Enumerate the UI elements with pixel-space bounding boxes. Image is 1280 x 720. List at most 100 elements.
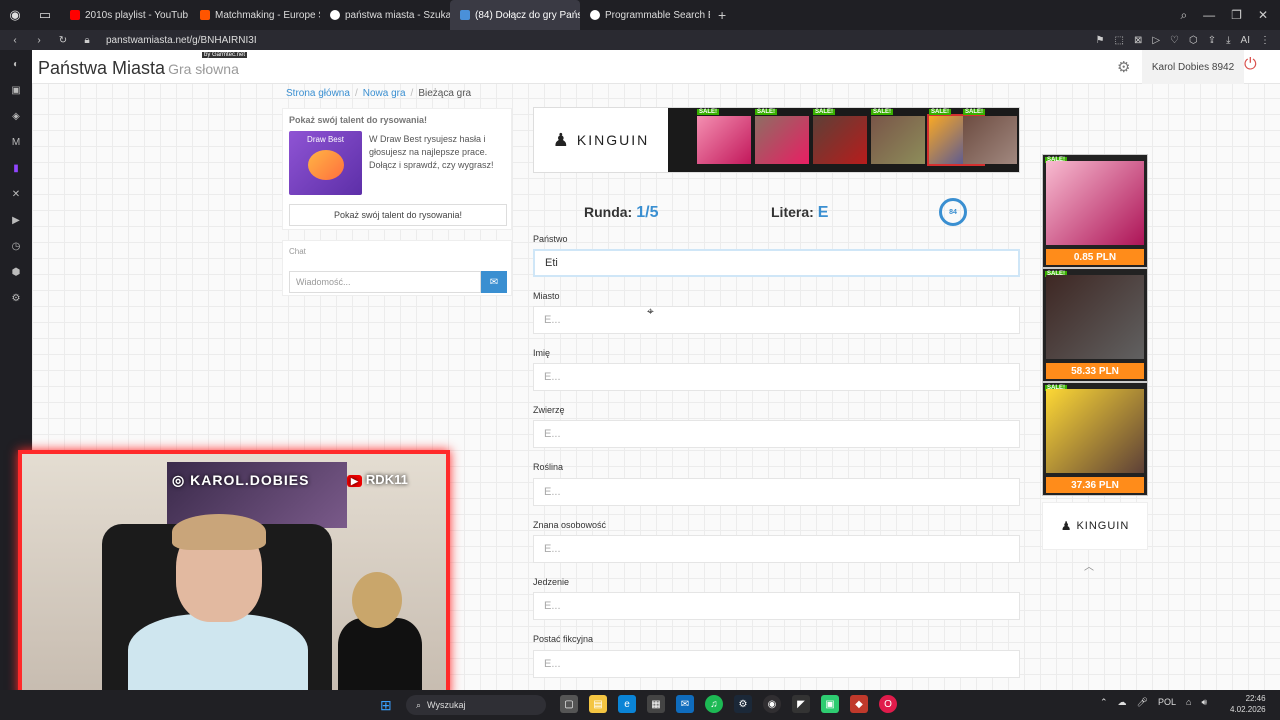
promo-image-caption: Draw Best <box>307 135 344 144</box>
settings-gear-icon[interactable]: ⚙ <box>1117 58 1130 76</box>
search-icon[interactable]: ⌕ <box>1180 8 1187 23</box>
streamer <box>128 514 308 694</box>
promo-text: W Draw Best rysujesz hasła i głosujesz n… <box>369 134 494 170</box>
clock-time: 22:46 <box>1245 694 1266 703</box>
app-icon[interactable]: ◤ <box>792 695 810 713</box>
chat-input[interactable]: Wiadomość... <box>289 271 481 293</box>
kinguin-side-ad[interactable]: SALE! 0.85 PLN SALE! 58.33 PLN SALE! 37.… <box>1042 154 1148 554</box>
obs-icon[interactable]: ◉ <box>763 695 781 713</box>
task-view-icon[interactable]: ▢ <box>560 695 578 713</box>
spotify-icon[interactable]: ♫ <box>705 695 723 713</box>
tab-label: 2010s playlist - YouTub <box>85 9 189 21</box>
play-icon[interactable]: ▷ <box>1152 35 1160 46</box>
back-icon[interactable]: ‹ <box>6 35 24 46</box>
tab-programmable-search[interactable]: Programmable Search Eng <box>580 0 710 30</box>
windows-start-icon[interactable]: ⊞ <box>380 697 392 714</box>
price-tag: 37.36 PLN <box>1046 477 1144 493</box>
instagram-text: KAROL.DOBIES <box>190 472 310 488</box>
x-icon[interactable]: ✕ <box>8 186 24 202</box>
volume-icon[interactable]: 🔊︎ <box>1201 697 1207 708</box>
zwierze-input[interactable] <box>533 420 1020 448</box>
kinguin-brand: KINGUIN <box>576 132 650 148</box>
znana-osobowosc-input[interactable] <box>533 535 1020 563</box>
round-value: 1/5 <box>636 204 659 221</box>
extension-icon[interactable]: ⬢ <box>8 264 24 280</box>
chat-send-icon[interactable]: ✉ <box>481 271 507 293</box>
tray-chevron-up-icon[interactable]: ⌃ <box>1100 697 1108 708</box>
postac-fikcyjna-input[interactable] <box>533 650 1020 678</box>
screenshot-icon[interactable]: ⬚ <box>1114 35 1123 46</box>
ad-game-tile[interactable]: SALE! <box>813 109 867 164</box>
reload-icon[interactable]: ↻ <box>54 35 72 46</box>
kinguin-logo[interactable]: ♟ KINGUIN <box>534 108 668 172</box>
jedzenie-input[interactable] <box>533 592 1020 620</box>
ad-game-tile[interactable]: SALE! <box>871 109 925 164</box>
tab-faceit[interactable]: Matchmaking - Europe Sv <box>190 0 320 30</box>
tab-youtube[interactable]: 2010s playlist - YouTub <box>60 0 190 30</box>
network-icon[interactable]: ⌂ <box>1186 697 1191 708</box>
imie-input[interactable] <box>533 363 1020 391</box>
kinguin-banner-ad[interactable]: ♟ KINGUIN SALE! SALE! SALE! SALE! SALE! S… <box>533 107 1020 173</box>
taskbar-clock[interactable]: 22:46 4.02.2026 <box>1230 693 1266 715</box>
outlook-icon[interactable]: ✉ <box>676 695 694 713</box>
url-field[interactable]: panstwamiasta.net/g/BNHAIRNI3I <box>106 35 257 46</box>
minimize-icon[interactable]: — <box>1203 8 1215 23</box>
language-indicator[interactable]: POL <box>1158 697 1176 708</box>
microphone-icon[interactable]: 🎤︎ <box>1137 697 1148 708</box>
search-icon: ⌕ <box>416 699 422 710</box>
roslina-input[interactable] <box>533 478 1020 506</box>
twitch-icon[interactable]: ▮ <box>8 160 24 176</box>
settings-icon[interactable]: ⚙ <box>8 290 24 306</box>
browser-menu-icon[interactable]: ◉ <box>0 0 30 30</box>
more-icon[interactable]: ⋮ <box>1260 35 1270 46</box>
streamer-hair <box>172 514 266 550</box>
bookmark-icon[interactable]: ⚑ <box>1096 35 1105 46</box>
cloud-icon[interactable]: ☁ <box>1118 697 1127 708</box>
tab-panstwa-miasta[interactable]: (84) Dołącz do gry Państw <box>450 0 580 30</box>
forward-icon[interactable]: › <box>30 35 48 46</box>
miasto-input[interactable] <box>533 306 1020 334</box>
user-name[interactable]: Karol Dobies 8942 <box>1142 50 1244 84</box>
ad-game-tile[interactable]: SALE! <box>755 109 809 164</box>
breadcrumb-new-game[interactable]: Nowa gra <box>363 88 406 99</box>
file-explorer-icon[interactable]: ▤ <box>589 695 607 713</box>
ad-game-tile[interactable]: SALE! <box>963 109 1017 164</box>
extensions-icon[interactable]: ⬡ <box>1189 35 1198 46</box>
site-subtitle: Gra słowna <box>168 61 239 77</box>
share-icon[interactable]: ⇪ <box>1208 35 1216 46</box>
maximize-icon[interactable]: ❐ <box>1231 8 1242 23</box>
close-tab-icon[interactable]: ⊠ <box>1134 35 1142 46</box>
side-ad-item[interactable]: SALE! 0.85 PLN <box>1042 154 1148 268</box>
logout-power-icon[interactable]: ⏻ <box>1244 56 1257 74</box>
breadcrumb-home[interactable]: Strona główna <box>286 88 350 99</box>
pinned-app-icon[interactable]: ◐ <box>8 56 24 72</box>
collapse-chevron-up-icon[interactable]: ︿ <box>1084 558 1094 573</box>
close-icon[interactable]: ✕ <box>1258 8 1268 23</box>
taskbar-search[interactable]: ⌕ Wyszukaj <box>406 695 546 715</box>
ai-button[interactable]: AI <box>1241 35 1250 46</box>
app-icon[interactable]: ◆ <box>850 695 868 713</box>
side-ad-item[interactable]: SALE! 37.36 PLN <box>1042 382 1148 496</box>
workspaces-icon[interactable]: ▭ <box>30 0 60 30</box>
download-icon[interactable]: ⤓ <box>1226 35 1230 46</box>
steam-icon[interactable]: ⚙ <box>734 695 752 713</box>
pinned-app-icon[interactable]: ◈ <box>8 108 24 124</box>
draw-best-image[interactable]: Draw Best <box>289 131 362 195</box>
ad-game-tile[interactable]: SALE! <box>697 109 751 164</box>
opera-gx-icon[interactable]: O <box>879 695 897 713</box>
store-icon[interactable]: ▦ <box>647 695 665 713</box>
player-icon[interactable]: ▶ <box>8 212 24 228</box>
panstwo-input[interactable] <box>533 249 1020 277</box>
heart-icon[interactable]: ♡ <box>1170 35 1179 46</box>
app-icon[interactable]: ▣ <box>821 695 839 713</box>
side-ad-item[interactable]: SALE! 58.33 PLN <box>1042 268 1148 382</box>
tab-google-search[interactable]: państwa miasta - Szukaj w <box>320 0 450 30</box>
new-tab-button[interactable]: + <box>710 7 734 23</box>
kinguin-side-logo[interactable]: ♟ KINGUIN <box>1042 502 1148 550</box>
edge-icon[interactable]: e <box>618 695 636 713</box>
promo-button[interactable]: Pokaż swój talent do rysowania! <box>289 204 507 226</box>
pinned-app-icon[interactable]: ▣ <box>8 82 24 98</box>
pinned-app-icon[interactable]: M <box>8 134 24 150</box>
history-icon[interactable]: ◷ <box>8 238 24 254</box>
site-title[interactable]: Państwa Miasta Gra słowna <box>38 58 239 79</box>
